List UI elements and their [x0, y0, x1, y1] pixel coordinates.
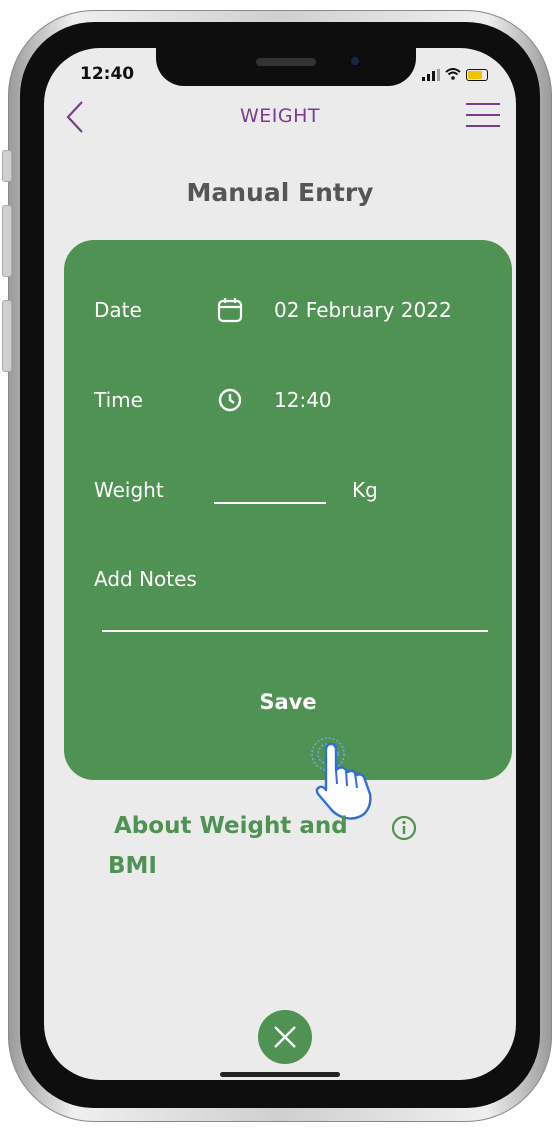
menu-button[interactable]	[466, 103, 500, 131]
weight-input[interactable]	[214, 502, 326, 504]
status-icons	[422, 68, 488, 82]
manual-entry-card: Date 02 February 2022 Time 12:40 Weight …	[64, 240, 512, 780]
nav-title: WEIGHT	[239, 105, 320, 127]
notes-input[interactable]	[102, 630, 488, 632]
info-icon[interactable]	[390, 814, 418, 846]
time-label: Time	[94, 388, 143, 412]
phone-side-button	[2, 300, 12, 372]
about-line-2: BMI	[108, 853, 157, 879]
date-label: Date	[94, 298, 142, 322]
weight-unit: Kg	[352, 478, 378, 502]
battery-icon	[466, 69, 488, 81]
about-weight-bmi-link[interactable]: About Weight and BMI	[108, 806, 348, 886]
signal-icon	[422, 69, 440, 81]
page-title: Manual Entry	[186, 178, 374, 207]
notch	[156, 48, 416, 86]
date-value[interactable]: 02 February 2022	[274, 298, 452, 322]
speaker	[256, 58, 316, 66]
clock-icon[interactable]	[216, 386, 244, 418]
calendar-icon[interactable]	[216, 296, 244, 328]
app-screen: 12:40 WEIGHT Manual Entry Date 02 Februa…	[44, 48, 516, 1080]
weight-label: Weight	[94, 478, 164, 502]
wifi-icon	[445, 68, 461, 82]
camera	[348, 54, 362, 68]
hamburger-menu-icon	[466, 103, 500, 105]
status-time: 12:40	[80, 64, 135, 84]
phone-side-button	[2, 150, 12, 182]
close-icon	[274, 1026, 296, 1048]
notes-label: Add Notes	[94, 567, 197, 591]
home-indicator	[220, 1072, 340, 1077]
close-button[interactable]	[258, 1010, 312, 1064]
time-value[interactable]: 12:40	[274, 388, 332, 412]
save-button[interactable]: Save	[64, 690, 512, 714]
phone-side-button	[2, 205, 12, 277]
about-line-1: About Weight and	[114, 813, 348, 839]
